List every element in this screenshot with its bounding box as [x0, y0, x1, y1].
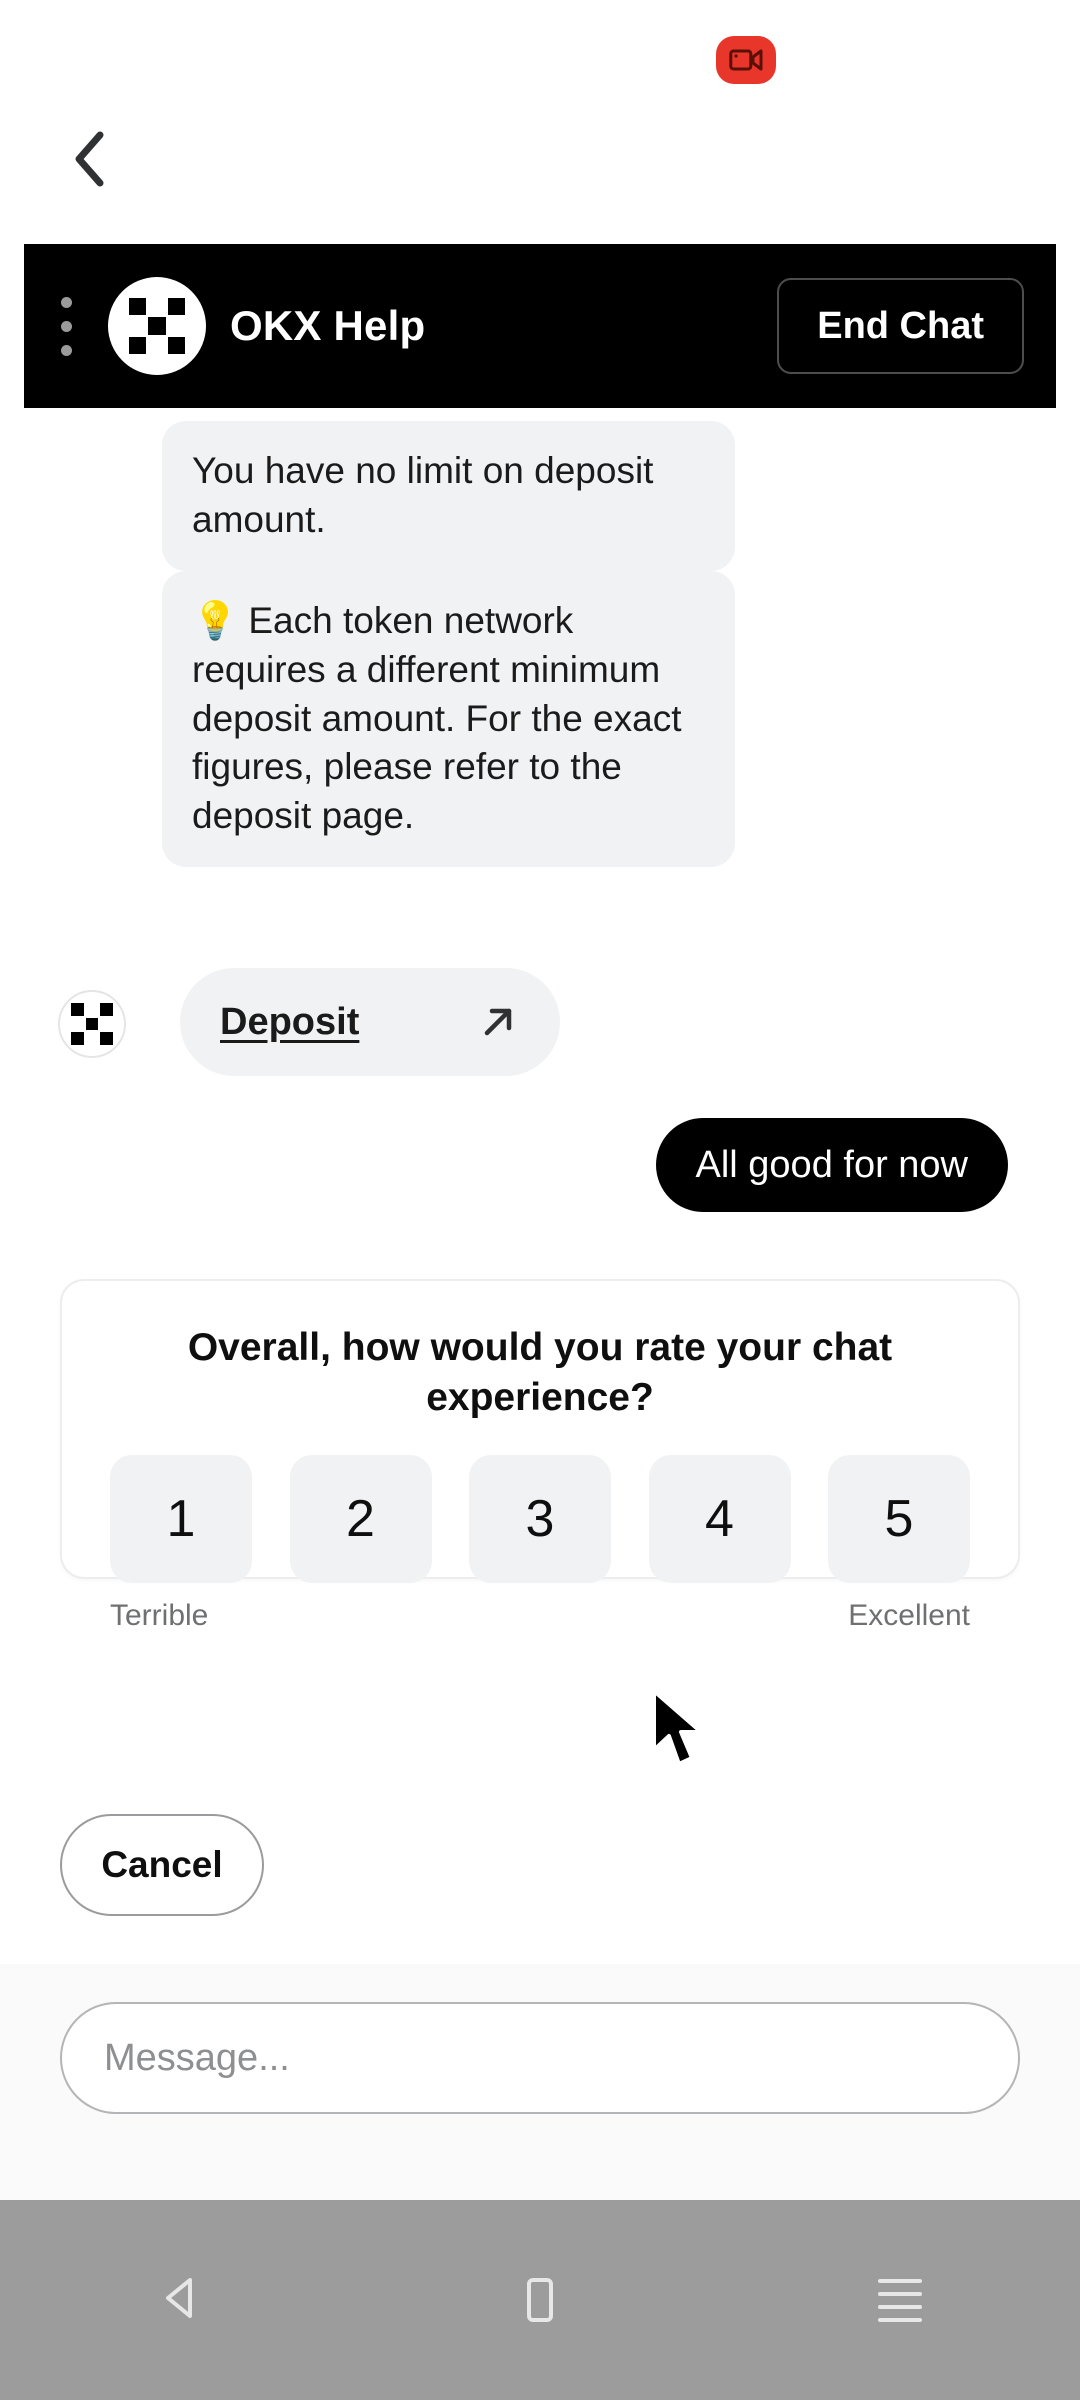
chat-header: OKX Help End Chat — [24, 244, 1056, 408]
rating-high-label: Excellent — [848, 1598, 970, 1632]
android-home-button[interactable] — [360, 2278, 720, 2322]
android-recents-button[interactable] — [720, 2278, 1080, 2322]
rating-options-row: 1 2 3 4 5 — [110, 1454, 970, 1583]
kebab-menu-icon[interactable] — [24, 244, 108, 408]
android-nav-bar — [0, 2200, 1080, 2400]
rating-option-5[interactable]: 5 — [828, 1454, 970, 1583]
message-bubble-bot: 💡 Each token network requires a differen… — [162, 571, 735, 868]
chevron-left-icon — [71, 130, 111, 193]
rating-low-label: Terrible — [110, 1598, 209, 1632]
cancel-button[interactable]: Cancel — [60, 1814, 264, 1916]
end-chat-button[interactable]: End Chat — [777, 278, 1024, 374]
rating-scale-labels: Terrible Excellent — [110, 1599, 970, 1633]
back-button[interactable] — [58, 128, 124, 194]
rating-option-2[interactable]: 2 — [289, 1454, 432, 1583]
page-title: OKX Help — [230, 302, 426, 349]
deposit-link-button[interactable]: Deposit — [180, 968, 560, 1076]
message-input[interactable] — [60, 2002, 1020, 2114]
screen-recording-badge[interactable] — [716, 36, 776, 84]
hamburger-recents-icon — [878, 2278, 922, 2322]
android-back-button[interactable] — [0, 2276, 360, 2325]
phone-screen: OKX Help End Chat You have no limit on d… — [0, 0, 1080, 2400]
deposit-link-label: Deposit — [220, 1000, 360, 1043]
okx-checkerboard-avatar-icon — [58, 990, 126, 1058]
rating-card: Overall, how would you rate your chat ex… — [60, 1279, 1020, 1632]
message-bubble-link-row: Deposit — [58, 968, 618, 1076]
message-bubble-user: All good for now — [655, 1118, 1008, 1212]
rating-option-1[interactable]: 1 — [110, 1454, 252, 1583]
external-link-arrow-icon — [476, 1000, 520, 1044]
message-list[interactable]: You have no limit on deposit amount. 💡 E… — [0, 408, 1080, 2200]
rating-question: Overall, how would you rate your chat ex… — [187, 1326, 893, 1419]
triangle-back-icon — [160, 2276, 200, 2325]
okx-checkerboard-logo-icon — [108, 277, 206, 375]
video-camera-icon — [729, 47, 763, 73]
rating-option-3[interactable]: 3 — [469, 1454, 611, 1583]
rating-option-4[interactable]: 4 — [648, 1454, 791, 1583]
message-bubble-bot: You have no limit on deposit amount. — [162, 421, 735, 571]
square-home-icon — [527, 2278, 553, 2322]
composer-area — [0, 1964, 1080, 2200]
